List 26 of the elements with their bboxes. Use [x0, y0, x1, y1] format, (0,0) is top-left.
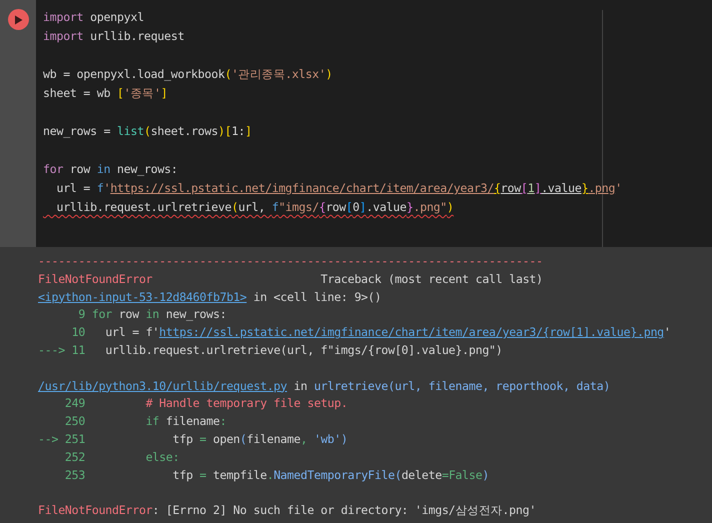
output-line: 10 url = f'https://ssl.pstatic.net/imgfinance/chart/item/area/year3/{row[1].value}.png' [70, 324, 671, 342]
output-line: --------------------------------------------------------------------------- [38, 253, 543, 270]
output-line: /usr/lib/python3.10/urllib/request.py in urlretrieve(url, filename, reporthook, data) [38, 378, 610, 395]
output-line: 253 tfp = tempfile.NamedTemporaryFile(delete=False) [64, 466, 489, 484]
run-button[interactable] [8, 9, 28, 30]
output-line: FileNotFoundError: [Errno 2] No such file or directory: 'imgs/삼성전자.png' [38, 502, 536, 520]
output-line: ---> 11 urllib.request.urlretrieve(url, f"imgs/{row[0].value}.png") [38, 342, 502, 359]
output-line: 250 if filename: [64, 413, 226, 430]
code-line: for row in new_rows: [43, 161, 178, 178]
code-line: wb = openpyxl.load_workbook('관리종목.xlsx') [43, 66, 332, 83]
code-line: sheet = wb ['종목'] [43, 85, 168, 102]
traceback-link[interactable]: /usr/lib/python3.10/urllib/request.py [38, 378, 288, 393]
code-line: new_rows = list(sheet.rows)[1:] [43, 123, 252, 140]
output-line: 9 for row in new_rows: [77, 306, 226, 324]
play-icon [14, 14, 22, 24]
code-line: import urllib.request [43, 28, 184, 45]
output-line: --> 251 tfp = open(filename, 'wb') [38, 430, 348, 448]
output-line: 249 # Handle temporary file setup. [64, 395, 348, 412]
code-line: urllib.request.urlretrieve(url, f"imgs/{row[0].value}.png") [55, 199, 454, 216]
output-line: FileNotFoundError Traceback (most recent call last) [38, 270, 543, 288]
traceback-link[interactable]: <ipython-input-53-12d8460fb7b1> [38, 290, 247, 304]
code-line: import openpyxl [43, 9, 144, 26]
output-line: <ipython-input-53-12d8460fb7b1> in <cell line: 9>() [38, 288, 382, 306]
output-line: 252 else: [64, 448, 180, 466]
traceback-link[interactable]: https://ssl.pstatic.net/imgfinance/chart/item/area/year3/{row[1].value}.png [159, 325, 664, 340]
code-line: url = f'https://ssl.pstatic.net/imgfinance/chart/item/area/year3/{row[1].value}.png' [55, 180, 622, 197]
